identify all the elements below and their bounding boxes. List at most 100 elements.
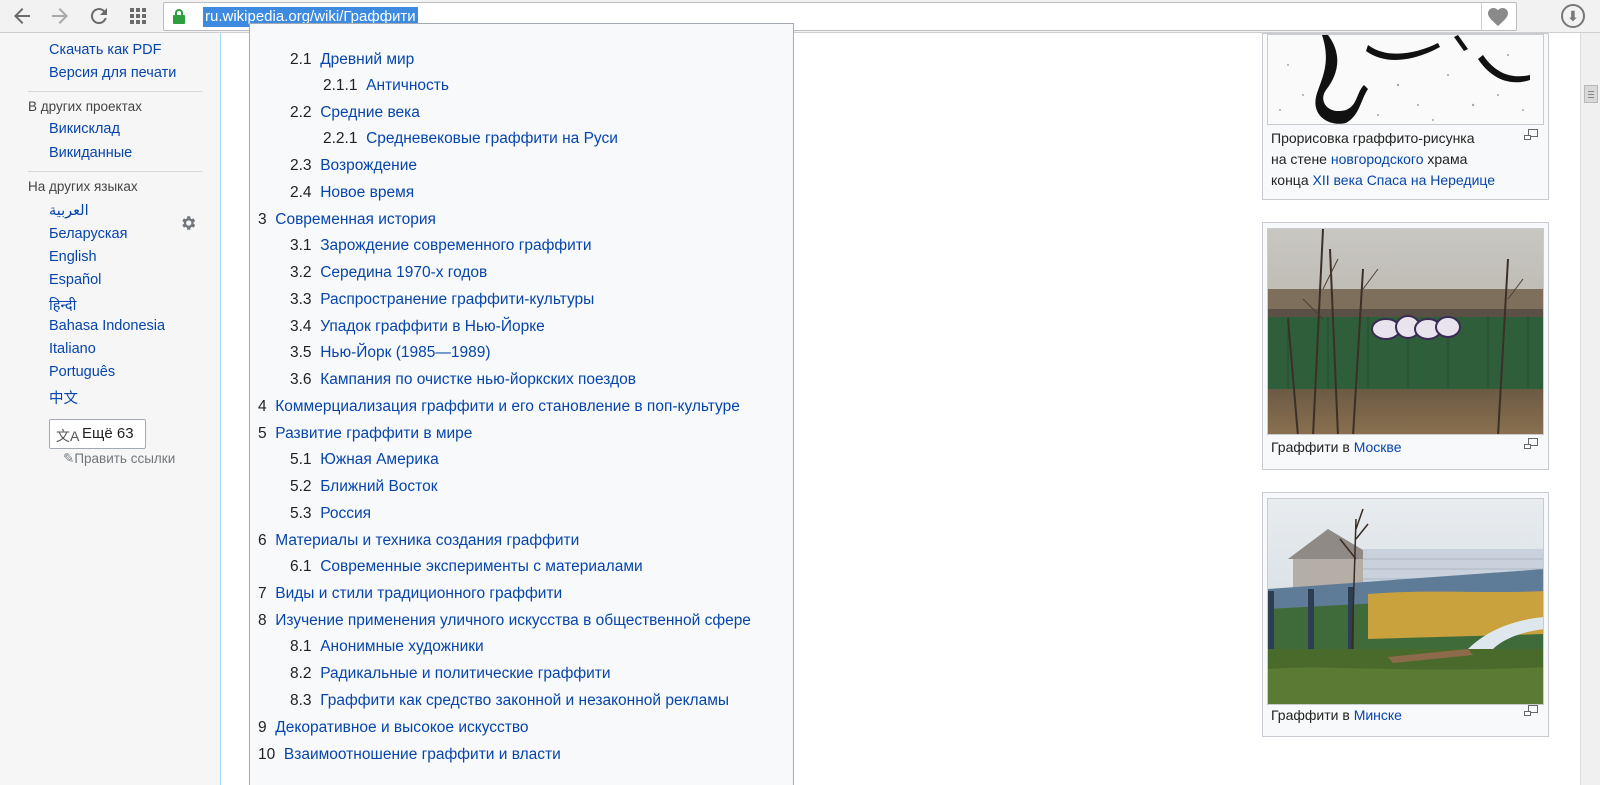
language-link-id[interactable]: Bahasa Indonesia — [49, 318, 165, 334]
toc-link[interactable]: Упадок граффити в Нью-Йорке — [320, 318, 545, 335]
toc-link[interactable]: Античность — [366, 77, 449, 94]
toc-link[interactable]: Кампания по очистке нью-йоркских поездов — [320, 371, 636, 388]
toc-item[interactable]: 2.2 Средние века — [290, 104, 420, 122]
download-icon[interactable]: ⬇ — [1561, 4, 1585, 28]
toc-link[interactable]: Виды и стили традиционного граффити — [275, 585, 562, 602]
toc-item[interactable]: 5.3 Россия — [290, 505, 371, 523]
more-languages-button[interactable]: 文A Ещё 63 — [49, 419, 146, 449]
toc-link[interactable]: Зарождение современного граффити — [320, 237, 591, 254]
toc-item[interactable]: 6.1 Современные эксперименты с материала… — [290, 558, 643, 576]
toc-item[interactable]: 10 Взаимоотношение граффити и власти — [258, 746, 561, 764]
toc-item[interactable]: 4 Коммерциализация граффити и его станов… — [258, 398, 740, 416]
toc-item[interactable]: 7 Виды и стили традиционного граффити — [258, 585, 562, 603]
toc-item[interactable]: 8.2 Радикальные и политические граффити — [290, 665, 611, 683]
toc-item[interactable]: 2.2.1 Средневековые граффити на Руси — [323, 130, 618, 148]
apps-icon[interactable] — [126, 4, 150, 28]
toc-item[interactable]: 3.2 Середина 1970-х годов — [290, 264, 487, 282]
toc-item[interactable]: 2.3 Возрождение — [290, 157, 417, 175]
toc-link[interactable]: Средние века — [320, 104, 420, 121]
toc-link[interactable]: Средневековые граффити на Руси — [366, 130, 618, 147]
language-link-en[interactable]: English — [49, 249, 97, 265]
toc-number: 8.3 — [290, 692, 312, 709]
forward-icon[interactable] — [48, 4, 72, 28]
toc-link[interactable]: Декоративное и высокое искусство — [275, 719, 528, 736]
magnify-icon[interactable] — [1524, 705, 1538, 716]
thumbnail-moscow: Граффити в Москве — [1262, 222, 1549, 470]
toc-item[interactable]: 6 Материалы и техника создания граффити — [258, 532, 579, 550]
toc-link[interactable]: Ближний Восток — [320, 478, 437, 495]
caption-link-minsk[interactable]: Минске — [1354, 707, 1402, 723]
language-link-zh[interactable]: 中文 — [49, 387, 78, 408]
caption-link-century[interactable]: XII века — [1313, 172, 1363, 188]
magnify-icon[interactable] — [1524, 438, 1538, 449]
toc-number: 2.1 — [290, 51, 312, 68]
toc-link[interactable]: Современные эксперименты с материалами — [320, 558, 642, 575]
toc-item[interactable]: 5.2 Ближний Восток — [290, 478, 437, 496]
toc-number: 3.4 — [290, 318, 312, 335]
language-link-pt[interactable]: Português — [49, 364, 115, 380]
toc-link[interactable]: Нью-Йорк (1985—1989) — [320, 344, 490, 361]
toc-item[interactable]: 2.1.1 Античность — [323, 77, 449, 95]
language-link-ar[interactable]: العربية — [49, 203, 89, 219]
toc-item[interactable]: 3 Современная история — [258, 211, 436, 229]
back-icon[interactable] — [10, 4, 34, 28]
caption-link-church[interactable]: Спаса на Нередице — [1367, 172, 1495, 188]
toc-link[interactable]: Россия — [320, 505, 371, 522]
caption-link-moscow[interactable]: Москве — [1354, 439, 1402, 455]
graffito-drawing-image[interactable] — [1267, 34, 1544, 125]
toc-link[interactable]: Анонимные художники — [320, 638, 484, 655]
toc-item[interactable]: 8.1 Анонимные художники — [290, 638, 484, 656]
language-link-hi[interactable]: हिन्दी — [49, 295, 76, 315]
toc-item[interactable]: 8 Изучение применения уличного искусства… — [258, 612, 751, 630]
toc-item[interactable]: 2.1 Древний мир — [290, 51, 414, 69]
minsk-graffiti-image[interactable] — [1267, 498, 1544, 705]
toc-link[interactable]: Древний мир — [320, 51, 414, 68]
language-link-it[interactable]: Italiano — [49, 341, 96, 357]
toc-link[interactable]: Взаимоотношение граффити и власти — [284, 746, 561, 763]
sidebar-link-print[interactable]: Версия для печати — [49, 65, 176, 81]
edit-links-link[interactable]: ✎Править ссылки — [63, 451, 175, 467]
toc-item[interactable]: 3.6 Кампания по очистке нью-йоркских пое… — [290, 371, 636, 389]
sidebar-divider — [28, 171, 202, 172]
sidebar-link-pdf[interactable]: Скачать как PDF — [49, 42, 162, 58]
toc-link[interactable]: Развитие граффити в мире — [275, 425, 472, 442]
toc-link[interactable]: Современная история — [275, 211, 436, 228]
language-link-es[interactable]: Español — [49, 272, 101, 288]
toc-item[interactable]: 9 Декоративное и высокое искусство — [258, 719, 529, 737]
toc-link[interactable]: Радикальные и политические граффити — [320, 665, 610, 682]
toc-number: 5.2 — [290, 478, 312, 495]
toc-item[interactable]: 3.3 Распространение граффити-культуры — [290, 291, 594, 309]
toc-link[interactable]: Середина 1970-х годов — [320, 264, 487, 281]
toc-item[interactable]: 2.4 Новое время — [290, 184, 414, 202]
toc-number: 10 — [258, 746, 276, 763]
toc-item[interactable]: 8.3 Граффити как средство законной и нез… — [290, 692, 729, 710]
gear-icon[interactable] — [179, 214, 197, 232]
language-link-be[interactable]: Беларуская — [49, 226, 127, 242]
heart-icon[interactable] — [1486, 5, 1510, 29]
scrollbar-thumb[interactable] — [1584, 85, 1598, 103]
sidebar-link-wikidata[interactable]: Викиданные — [49, 145, 132, 161]
toc-item[interactable]: 5.1 Южная Америка — [290, 451, 439, 469]
toc-item[interactable]: 3.1 Зарождение современного граффити — [290, 237, 592, 255]
sidebar-link-commons[interactable]: Викисклад — [49, 121, 120, 137]
toc-item[interactable]: 3.5 Нью-Йорк (1985—1989) — [290, 344, 491, 362]
toc-link[interactable]: Новое время — [320, 184, 414, 201]
toc-link[interactable]: Южная Америка — [320, 451, 439, 468]
reload-icon[interactable] — [87, 4, 111, 28]
toc-link[interactable]: Материалы и техника создания граффити — [275, 532, 579, 549]
toc-link[interactable]: Граффити как средство законной и незакон… — [320, 692, 729, 709]
toc-number: 3.1 — [290, 237, 312, 254]
moscow-graffiti-image[interactable] — [1267, 228, 1544, 435]
caption-link-novgorod[interactable]: новгородского — [1331, 151, 1424, 167]
toc-link[interactable]: Возрождение — [320, 157, 417, 174]
scrollbar[interactable] — [1580, 33, 1600, 785]
toc-link[interactable]: Коммерциализация граффити и его становле… — [275, 398, 740, 415]
magnify-icon[interactable] — [1524, 129, 1538, 140]
toc-item[interactable]: 3.4 Упадок граффити в Нью-Йорке — [290, 318, 545, 336]
toc-item[interactable]: 5 Развитие граффити в мире — [258, 425, 472, 443]
toc-link[interactable]: Изучение применения уличного искусства в… — [275, 612, 751, 629]
toc-number: 2.2.1 — [323, 130, 358, 147]
thumbnail-graffito: Прорисовка граффито-рисунка на стене нов… — [1262, 33, 1549, 200]
toc-link[interactable]: Распространение граффити-культуры — [320, 291, 594, 308]
toc-number: 2.3 — [290, 157, 312, 174]
